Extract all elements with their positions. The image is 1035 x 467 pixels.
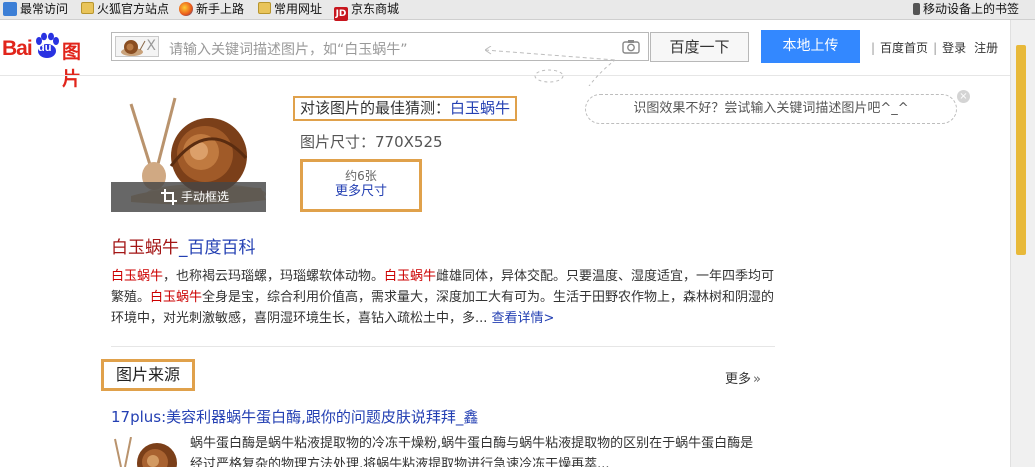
folder-icon [81,2,94,14]
star-icon [3,2,17,16]
snail-thumb-image [111,437,181,467]
manual-crop-button[interactable]: 手动框选 [111,182,266,212]
source-item-title-link[interactable]: 17plus:美容利器蜗牛蛋白酶,跟你的问题皮肤说拜拜_鑫 [111,406,478,427]
bookmark-most-visited[interactable]: 最常访问 [3,1,68,17]
crop-icon [161,189,177,205]
more-sizes-count: 约6张 [345,169,377,183]
sources-more-link[interactable]: 更多» [725,368,761,387]
search-input[interactable]: 请输入关键词描述图片，如“白玉蜗牛” [169,39,408,59]
image-sources-heading: 图片来源 [101,359,195,391]
query-thumbnail[interactable]: X [115,36,159,57]
more-sizes-link[interactable]: 更多尺寸 [303,184,419,200]
top-links: | 百度首页 | 登录 注册 [871,41,999,55]
double-chevron-right-icon: » [753,372,761,387]
hint-bubble: 识图效果不好？尝试输入关键词描述图片吧^_^ [585,94,957,124]
baidu-home-link[interactable]: 百度首页 [880,41,928,55]
phone-icon [913,3,920,15]
register-link[interactable]: 注册 [974,41,998,55]
baike-summary: 白玉蜗牛，也称褐云玛瑙螺，玛瑙螺软体动物。白玉蜗牛雌雄同体，异体交配。只要温度、… [111,269,775,326]
best-guess-keyword[interactable]: 白玉蜗牛 [450,99,510,117]
scrollbar-thumb[interactable] [1016,45,1026,255]
bookmark-jd[interactable]: JD 京东商城 [334,1,399,21]
bookmarks-bar: 最常访问 火狐官方站点 新手上路 常用网址 JD 京东商城 移动设备上的书签 [0,0,1035,21]
baike-title-link[interactable]: 白玉蜗牛_百度百科 [111,233,256,258]
bookmark-getting-started[interactable]: 新手上路 [179,1,244,17]
folder-icon [258,2,271,14]
source-item-thumbnail[interactable] [111,437,181,467]
local-upload-button[interactable]: 本地上传 [761,30,860,63]
section-divider [111,346,775,347]
bookmark-mobile[interactable]: 移动设备上的书签 [913,1,1019,17]
best-guess: 对该图片的最佳猜测：白玉蜗牛 [293,96,518,121]
image-size: 图片尺寸：770X525 [300,133,443,151]
close-hint-icon[interactable]: × [957,90,970,103]
more-sizes-box[interactable]: 约6张 更多尺寸 [300,159,422,212]
snail-thumb-icon [121,40,146,56]
search-button[interactable]: 百度一下 [650,32,749,62]
firefox-icon [179,2,193,16]
hint-connector [485,46,616,86]
jd-icon: JD [334,7,348,21]
source-item-description: 蜗牛蛋白酶是蜗牛粘液提取物的冷冻干燥粉,蜗牛蛋白酶与蜗牛粘液提取物的区别在于蜗牛… [190,436,754,467]
bookmark-firefox-official[interactable]: 火狐官方站点 [81,1,169,17]
clear-thumbnail-icon[interactable]: X [146,37,156,56]
view-details-link[interactable]: 查看详情> [492,311,555,326]
login-link[interactable]: 登录 [942,41,966,55]
bookmark-common-sites[interactable]: 常用网址 [258,1,322,17]
